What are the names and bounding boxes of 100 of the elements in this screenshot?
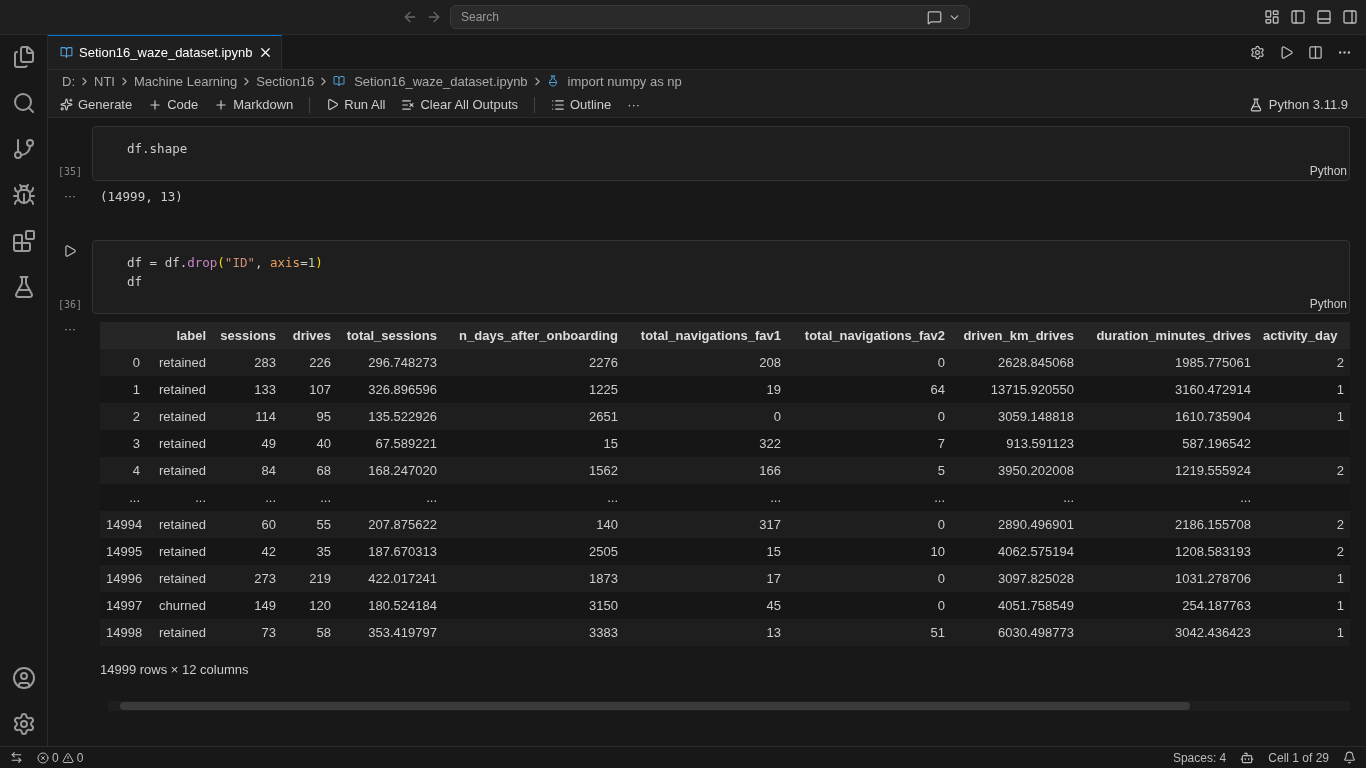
search-icon[interactable] bbox=[11, 91, 36, 115]
run-cell-icon[interactable] bbox=[63, 244, 77, 258]
table-cell: retained bbox=[146, 457, 212, 484]
output-menu[interactable]: ··· bbox=[48, 189, 92, 204]
table-cell: 2186.155708 bbox=[1080, 511, 1257, 538]
row-index: 14995 bbox=[100, 538, 146, 565]
table-cell: 49 bbox=[212, 430, 282, 457]
breadcrumb-item[interactable]: D: bbox=[62, 73, 75, 89]
indentation-status[interactable]: Spaces: 4 bbox=[1172, 750, 1227, 765]
table-cell: retained bbox=[146, 511, 212, 538]
table-cell: retained bbox=[146, 430, 212, 457]
chat-icon[interactable] bbox=[927, 9, 942, 25]
outline-button[interactable]: Outline bbox=[551, 97, 612, 112]
cell-position[interactable]: Cell 1 of 29 bbox=[1268, 750, 1329, 765]
table-cell: 51 bbox=[787, 619, 951, 646]
generate-button[interactable]: Generate bbox=[60, 97, 133, 112]
panel-right-icon[interactable] bbox=[1342, 9, 1358, 25]
problems-button[interactable]: 0 0 bbox=[37, 750, 84, 765]
table-cell: 17 bbox=[624, 565, 787, 592]
table-cell: 208 bbox=[624, 349, 787, 376]
breadcrumb-item[interactable]: Machine Learning bbox=[133, 73, 238, 89]
kernel-button[interactable]: Python 3.11.9 bbox=[1242, 96, 1354, 113]
table-cell: 166 bbox=[624, 457, 787, 484]
table-cell: 6030.498773 bbox=[951, 619, 1080, 646]
play-icon bbox=[326, 98, 340, 111]
add-button[interactable]: Markdown bbox=[214, 97, 294, 112]
row-index: 14998 bbox=[100, 619, 146, 646]
panel-bottom-icon[interactable] bbox=[1316, 9, 1332, 25]
breadcrumb-item[interactable]: Section16 bbox=[256, 73, 315, 89]
row-index: 4 bbox=[100, 457, 146, 484]
search-input[interactable]: Search bbox=[459, 9, 921, 25]
table-cell: 1031.278706 bbox=[1080, 565, 1257, 592]
account-icon[interactable] bbox=[11, 666, 36, 690]
code-cell[interactable]: df = df.drop("ID", axis=1) df Python bbox=[92, 240, 1350, 314]
column-header: n_days_after_onboarding bbox=[443, 322, 624, 349]
run-button[interactable]: Run All bbox=[326, 97, 386, 112]
breadcrumb-item[interactable]: NTI bbox=[94, 73, 115, 89]
editor-tab[interactable]: Setion16_waze_dataset.ipynb bbox=[48, 35, 283, 69]
forward-arrow-icon[interactable] bbox=[426, 9, 442, 25]
table-cell: 2 bbox=[1257, 349, 1350, 376]
bug-icon[interactable] bbox=[11, 183, 36, 207]
table-cell: 73 bbox=[212, 619, 282, 646]
table-cell: 168.247020 bbox=[337, 457, 443, 484]
search-field[interactable]: Search bbox=[450, 5, 970, 29]
split-editor-icon[interactable] bbox=[1308, 44, 1323, 60]
remote-icon[interactable] bbox=[10, 751, 23, 764]
files-icon[interactable] bbox=[11, 45, 36, 69]
table-cell: 13 bbox=[624, 619, 787, 646]
robot-icon[interactable] bbox=[1240, 750, 1255, 765]
breadcrumb-item[interactable]: import numpy as np bbox=[567, 73, 682, 89]
output-menu[interactable]: ··· bbox=[48, 322, 92, 711]
table-cell: ... bbox=[624, 484, 787, 511]
breadcrumb-item[interactable]: Setion16_waze_dataset.ipynb bbox=[354, 73, 528, 89]
cell-language[interactable]: Python bbox=[127, 297, 1349, 311]
row-index: ... bbox=[100, 484, 146, 511]
column-header: driven_km_drives bbox=[951, 322, 1080, 349]
table-cell: 219 bbox=[282, 565, 337, 592]
settings-icon[interactable] bbox=[11, 712, 36, 736]
bell-icon[interactable] bbox=[1343, 751, 1356, 764]
branch-icon[interactable] bbox=[11, 137, 36, 161]
extensions-icon[interactable] bbox=[11, 229, 36, 253]
column-header: total_navigations_fav1 bbox=[624, 322, 787, 349]
panel-left-icon[interactable] bbox=[1290, 9, 1306, 25]
table-cell: 283 bbox=[212, 349, 282, 376]
table-cell: 2890.496901 bbox=[951, 511, 1080, 538]
code-line: df = df.drop("ID", axis=1) bbox=[127, 254, 324, 272]
table-cell: 42 bbox=[212, 538, 282, 565]
table-cell: 226 bbox=[282, 349, 337, 376]
warning-icon bbox=[61, 751, 74, 764]
table-cell: 587.196542 bbox=[1080, 430, 1257, 457]
row-index: 14994 bbox=[100, 511, 146, 538]
more-button[interactable]: ··· bbox=[627, 97, 641, 112]
execution-count: [35] bbox=[57, 166, 83, 177]
table-cell: 15 bbox=[443, 430, 624, 457]
table-cell: 254.187763 bbox=[1080, 592, 1257, 619]
table-cell: ... bbox=[212, 484, 282, 511]
table-cell: ... bbox=[443, 484, 624, 511]
table-cell: 107 bbox=[282, 376, 337, 403]
row-index: 2 bbox=[100, 403, 146, 430]
add-button[interactable]: Code bbox=[148, 97, 199, 112]
layout-icon[interactable] bbox=[1264, 9, 1280, 25]
table-cell: 913.591123 bbox=[951, 430, 1080, 457]
column-header: label bbox=[146, 322, 212, 349]
table-cell: 1 bbox=[1257, 619, 1350, 646]
table-cell: retained bbox=[146, 376, 212, 403]
table-cell: 3059.148818 bbox=[951, 403, 1080, 430]
table-cell: 0 bbox=[787, 403, 951, 430]
table-cell: retained bbox=[146, 538, 212, 565]
table-cell: 114 bbox=[212, 403, 282, 430]
run-icon[interactable] bbox=[1279, 44, 1294, 60]
cell-language[interactable]: Python bbox=[127, 164, 1349, 178]
table-cell: 95 bbox=[282, 403, 337, 430]
table-cell: 45 bbox=[624, 592, 787, 619]
table-cell: 0 bbox=[787, 349, 951, 376]
code-cell[interactable]: df.shape Python bbox=[92, 126, 1350, 181]
scrollbar-thumb[interactable] bbox=[120, 702, 1190, 710]
table-cell: 0 bbox=[787, 592, 951, 619]
clear-button[interactable]: Clear All Outputs bbox=[401, 97, 518, 112]
back-arrow-icon[interactable] bbox=[402, 9, 418, 25]
settings-icon[interactable] bbox=[1250, 44, 1265, 60]
